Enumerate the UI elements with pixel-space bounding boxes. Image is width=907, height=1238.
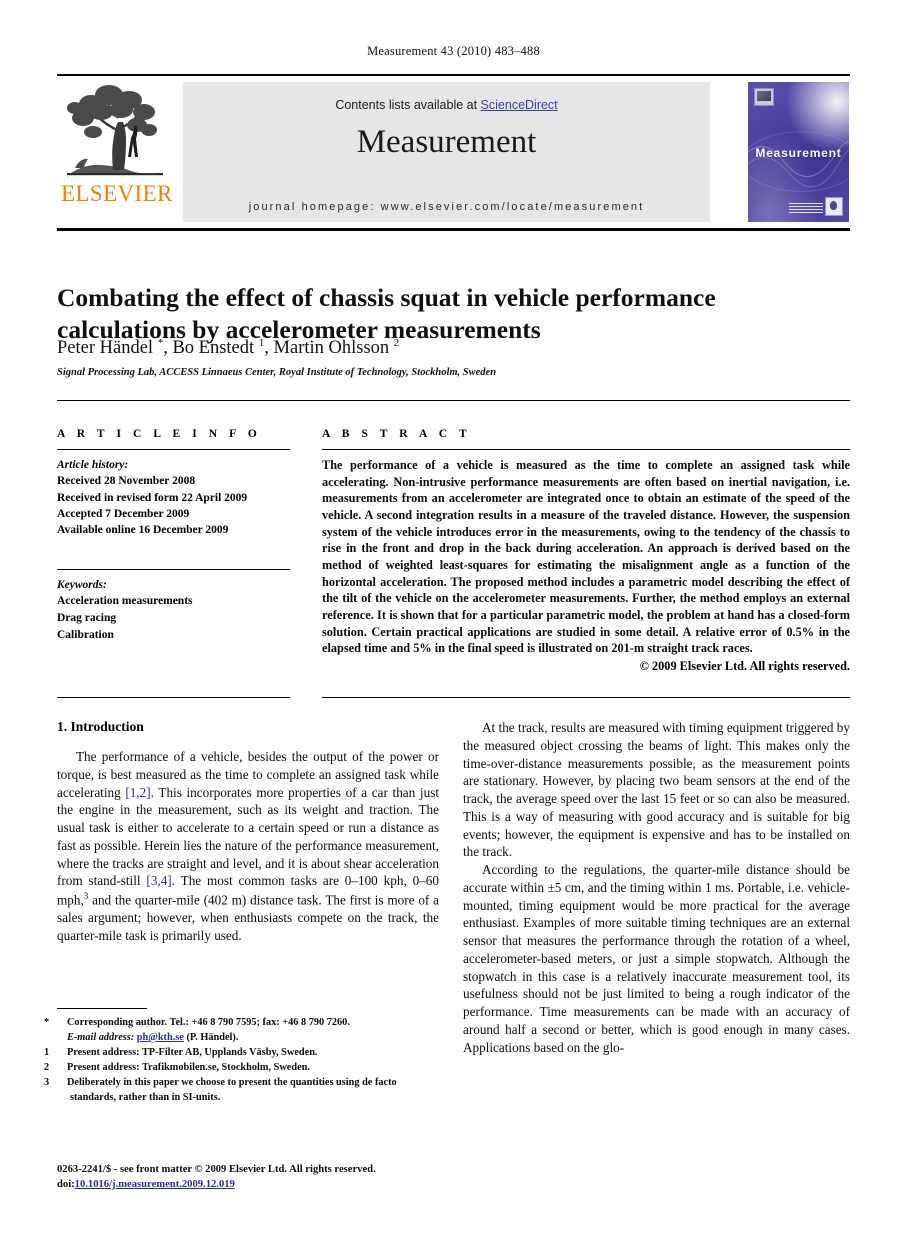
email-link[interactable]: ph@kth.se xyxy=(137,1032,184,1043)
elsevier-logo: ELSEVIER xyxy=(61,82,173,222)
footnote-text: Present address: TP-Filter AB, Upplands … xyxy=(67,1046,318,1058)
footnote-text: Present address: Trafikmobilen.se, Stock… xyxy=(67,1061,310,1073)
abstract-text: The performance of a vehicle is measured… xyxy=(322,458,850,656)
abstract-column: A B S T R A C T The performance of a veh… xyxy=(322,428,850,674)
divider-above-abstract xyxy=(57,400,850,401)
journal-cover-thumbnail[interactable]: Measurement xyxy=(748,82,849,222)
cover-wave-graphic xyxy=(748,131,849,193)
footnote-mark: 3 xyxy=(44,1076,50,1088)
divider-info-bottom xyxy=(57,697,290,698)
imprint-block: 0263-2241/$ - see front matter © 2009 El… xyxy=(57,1162,457,1192)
footnote-corresponding-author: * Corresponding author. Tel.: +46 8 790 7… xyxy=(44,1016,439,1031)
footnote-text: Corresponding author. Tel.: +46 8 790 75… xyxy=(67,1017,350,1028)
journal-homepage-line[interactable]: journal homepage: www.elsevier.com/locat… xyxy=(183,201,710,213)
footnote-present-address-1: 1 Present address: TP-Filter AB, Upplands… xyxy=(44,1046,439,1061)
journal-title: Measurement xyxy=(356,124,537,160)
cover-bars-decoration xyxy=(789,203,823,214)
abstract-heading: A B S T R A C T xyxy=(322,428,472,440)
footnote-mark: * xyxy=(44,1017,50,1028)
divider-abstract-bottom xyxy=(322,697,850,698)
masthead-band: Contents lists available at ScienceDirec… xyxy=(183,82,710,222)
paper-page: Measurement 43 (2010) 483–488 ELSEVIER C… xyxy=(0,0,907,1238)
contents-prefix: Contents lists available at xyxy=(335,98,481,112)
divider-abstract xyxy=(322,449,850,450)
body-column-left: 1. Introduction The performance of a veh… xyxy=(57,719,439,945)
email-owner: (P. Händel). xyxy=(186,1031,239,1043)
footnote-text: Deliberately in this paper we choose to … xyxy=(67,1076,397,1103)
article-history-label: Article history: xyxy=(57,459,129,471)
doi-label: doi: xyxy=(57,1179,75,1191)
article-info-column: A R T I C L E I N F O Article history: R… xyxy=(57,428,290,644)
divider-info xyxy=(57,449,290,450)
keywords-block: Keywords: Acceleration measurements Drag… xyxy=(57,568,290,644)
footnote-mark: 1 xyxy=(44,1046,50,1058)
history-item: Accepted 7 December 2009 xyxy=(57,507,190,520)
article-info-heading: A R T I C L E I N F O xyxy=(57,428,262,440)
paragraph: The performance of a vehicle, besides th… xyxy=(57,749,439,943)
history-item: Received in revised form 22 April 2009 xyxy=(57,491,248,504)
cover-stamp-icon xyxy=(754,88,774,106)
paragraph: At the track, results are measured with … xyxy=(463,720,850,860)
body-column-right: At the track, results are measured with … xyxy=(463,719,850,1056)
keyword-item: Acceleration measurements xyxy=(57,594,193,607)
footnote-block: * Corresponding author. Tel.: +46 8 790 7… xyxy=(44,1016,439,1106)
keyword-item: Drag racing xyxy=(57,611,117,624)
section-heading-introduction: 1. Introduction xyxy=(57,719,144,734)
keyword-item: Calibration xyxy=(57,629,114,641)
elsevier-tree-icon xyxy=(67,85,163,176)
email-address-label: E-mail address: xyxy=(67,1031,135,1043)
footnote-units-note: 3 Deliberately in this paper we choose to… xyxy=(44,1076,439,1106)
cover-title: Measurement xyxy=(755,146,842,161)
sciencedirect-link[interactable]: ScienceDirect xyxy=(481,98,558,112)
journal-masthead: ELSEVIER Contents lists available at Sci… xyxy=(57,74,850,231)
doi-line: doi:10.1016/j.measurement.2009.12.019 xyxy=(57,1177,457,1192)
paragraph: According to the regulations, the quarte… xyxy=(463,862,850,1055)
history-item: Available online 16 December 2009 xyxy=(57,524,229,537)
doi-link[interactable]: 10.1016/j.measurement.2009.12.019 xyxy=(75,1179,235,1190)
footnote-present-address-2: 2 Present address: Trafikmobilen.se, Stoc… xyxy=(44,1061,439,1076)
affiliation: Signal Processing Lab, ACCESS Linnaeus C… xyxy=(57,367,497,378)
footnote-divider xyxy=(57,1008,147,1009)
footnote-mark: 2 xyxy=(44,1061,50,1073)
history-item: Received 28 November 2008 xyxy=(57,475,196,488)
issn-line: 0263-2241/$ - see front matter © 2009 El… xyxy=(57,1164,376,1175)
elsevier-wordmark: ELSEVIER xyxy=(61,181,173,206)
author-list: Peter Händel *, Bo Enstedt 1, Martin Ohl… xyxy=(57,337,400,359)
keywords-label: Keywords: xyxy=(57,578,107,591)
divider-keywords xyxy=(57,568,290,570)
contents-available-line: Contents lists available at ScienceDirec… xyxy=(183,98,710,112)
cover-badge-icon xyxy=(825,197,843,216)
running-head: Measurement 43 (2010) 483–488 xyxy=(367,44,540,58)
abstract-copyright: © 2009 Elsevier Ltd. All rights reserved… xyxy=(639,658,850,673)
footnote-email: E-mail address: ph@kth.se (P. Händel). xyxy=(57,1031,439,1046)
